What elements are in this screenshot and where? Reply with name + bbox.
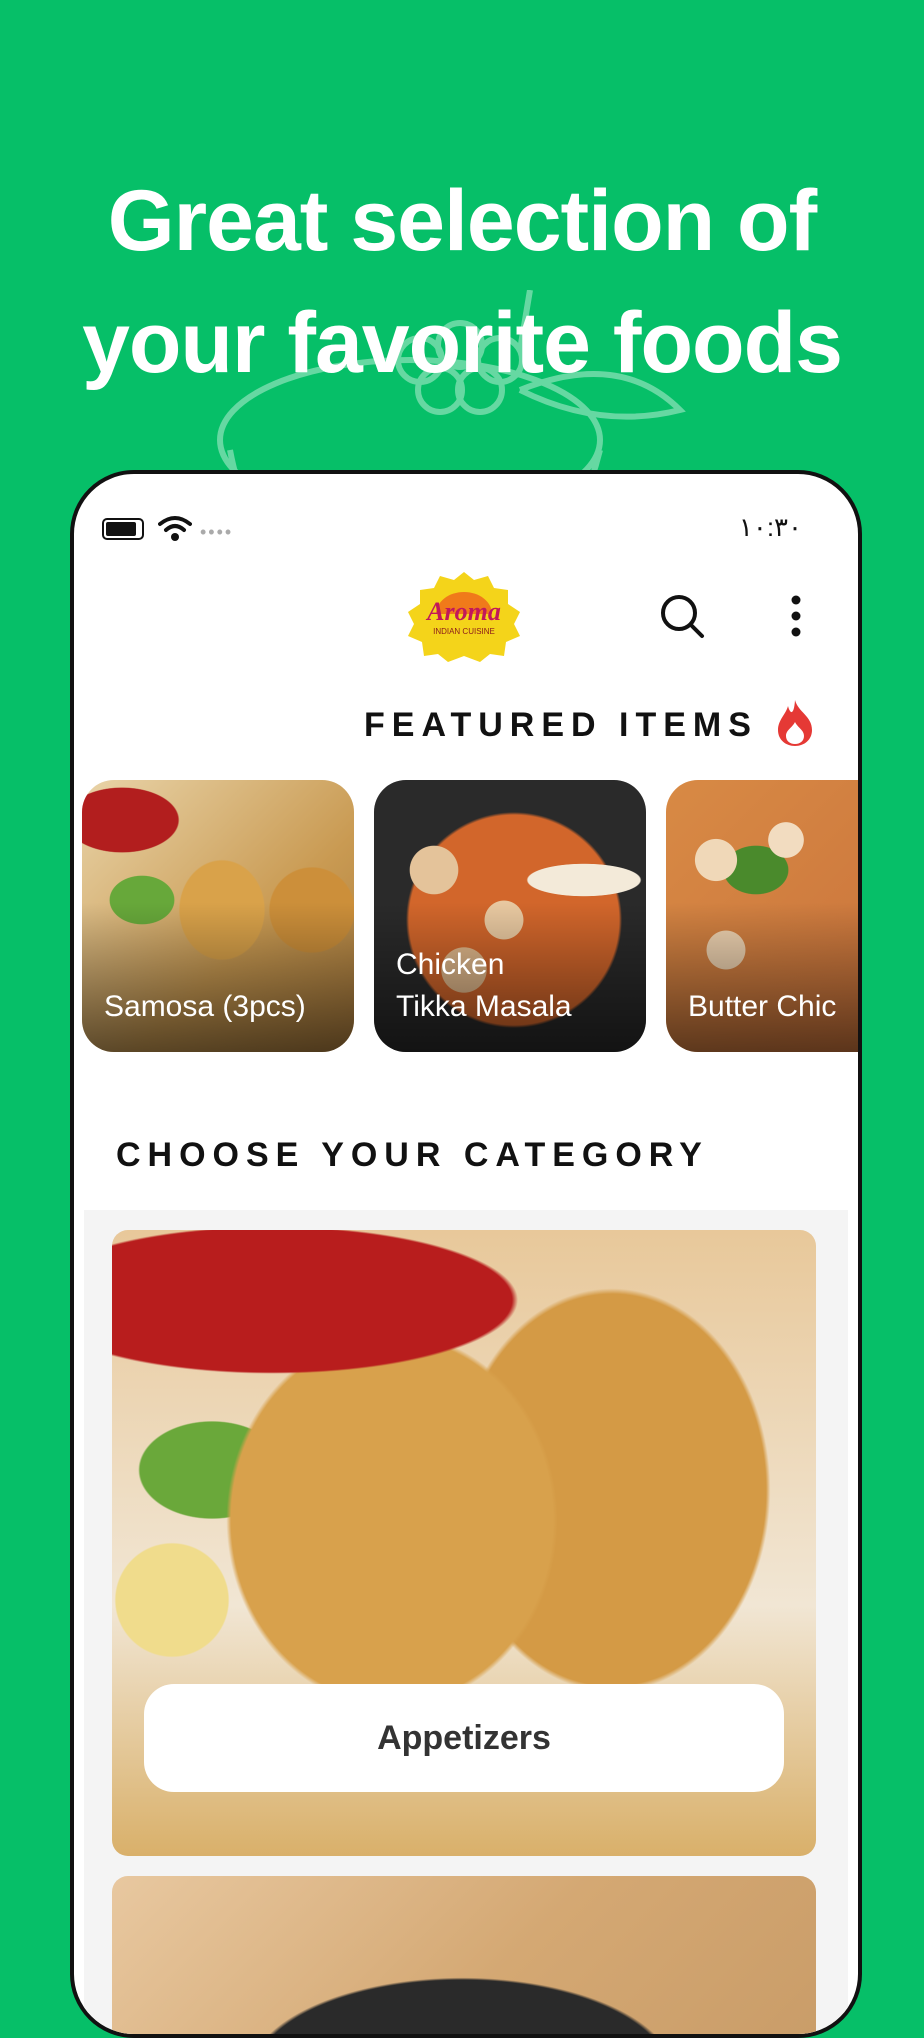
headline: Great selection of your favorite foods <box>0 160 924 404</box>
phone-frame: •••• ١٠:٣٠ Aroma INDIAN CUISINE FEATURED… <box>70 470 862 2038</box>
choose-category-title: CHOOSE YOUR CATEGORY <box>116 1136 709 1174</box>
signal-dots: •••• <box>200 522 234 542</box>
featured-items-title: FEATURED ITEMS <box>364 706 758 744</box>
category-card-next[interactable] <box>112 1876 816 2034</box>
search-icon[interactable] <box>658 592 706 640</box>
featured-item-samosa[interactable]: Samosa (3pcs) <box>82 780 354 1052</box>
flame-icon <box>778 700 812 746</box>
headline-line-1: Great selection of <box>107 173 817 269</box>
headline-line-2: your favorite foods <box>82 295 843 391</box>
featured-item-label: Samosa (3pcs) <box>104 990 306 1023</box>
logo-text: Aroma <box>425 597 501 626</box>
more-vertical-icon[interactable] <box>786 592 806 640</box>
category-card-appetizers[interactable]: Appetizers <box>112 1230 816 1856</box>
battery-icon <box>102 518 144 540</box>
category-button-appetizers[interactable]: Appetizers <box>144 1684 784 1792</box>
logo-subtext: INDIAN CUISINE <box>433 627 495 636</box>
status-time: ١٠:٣٠ <box>738 512 802 542</box>
wifi-icon <box>158 516 192 541</box>
featured-item-chicken-tikka-masala[interactable]: Chicken Tikka Masala <box>374 780 646 1052</box>
app-logo[interactable]: Aroma INDIAN CUISINE <box>402 570 526 662</box>
featured-item-label: Butter Chic <box>688 990 837 1023</box>
featured-item-butter-chicken[interactable]: Butter Chic <box>666 780 858 1052</box>
featured-item-label: Chicken Tikka Masala <box>396 948 572 1023</box>
